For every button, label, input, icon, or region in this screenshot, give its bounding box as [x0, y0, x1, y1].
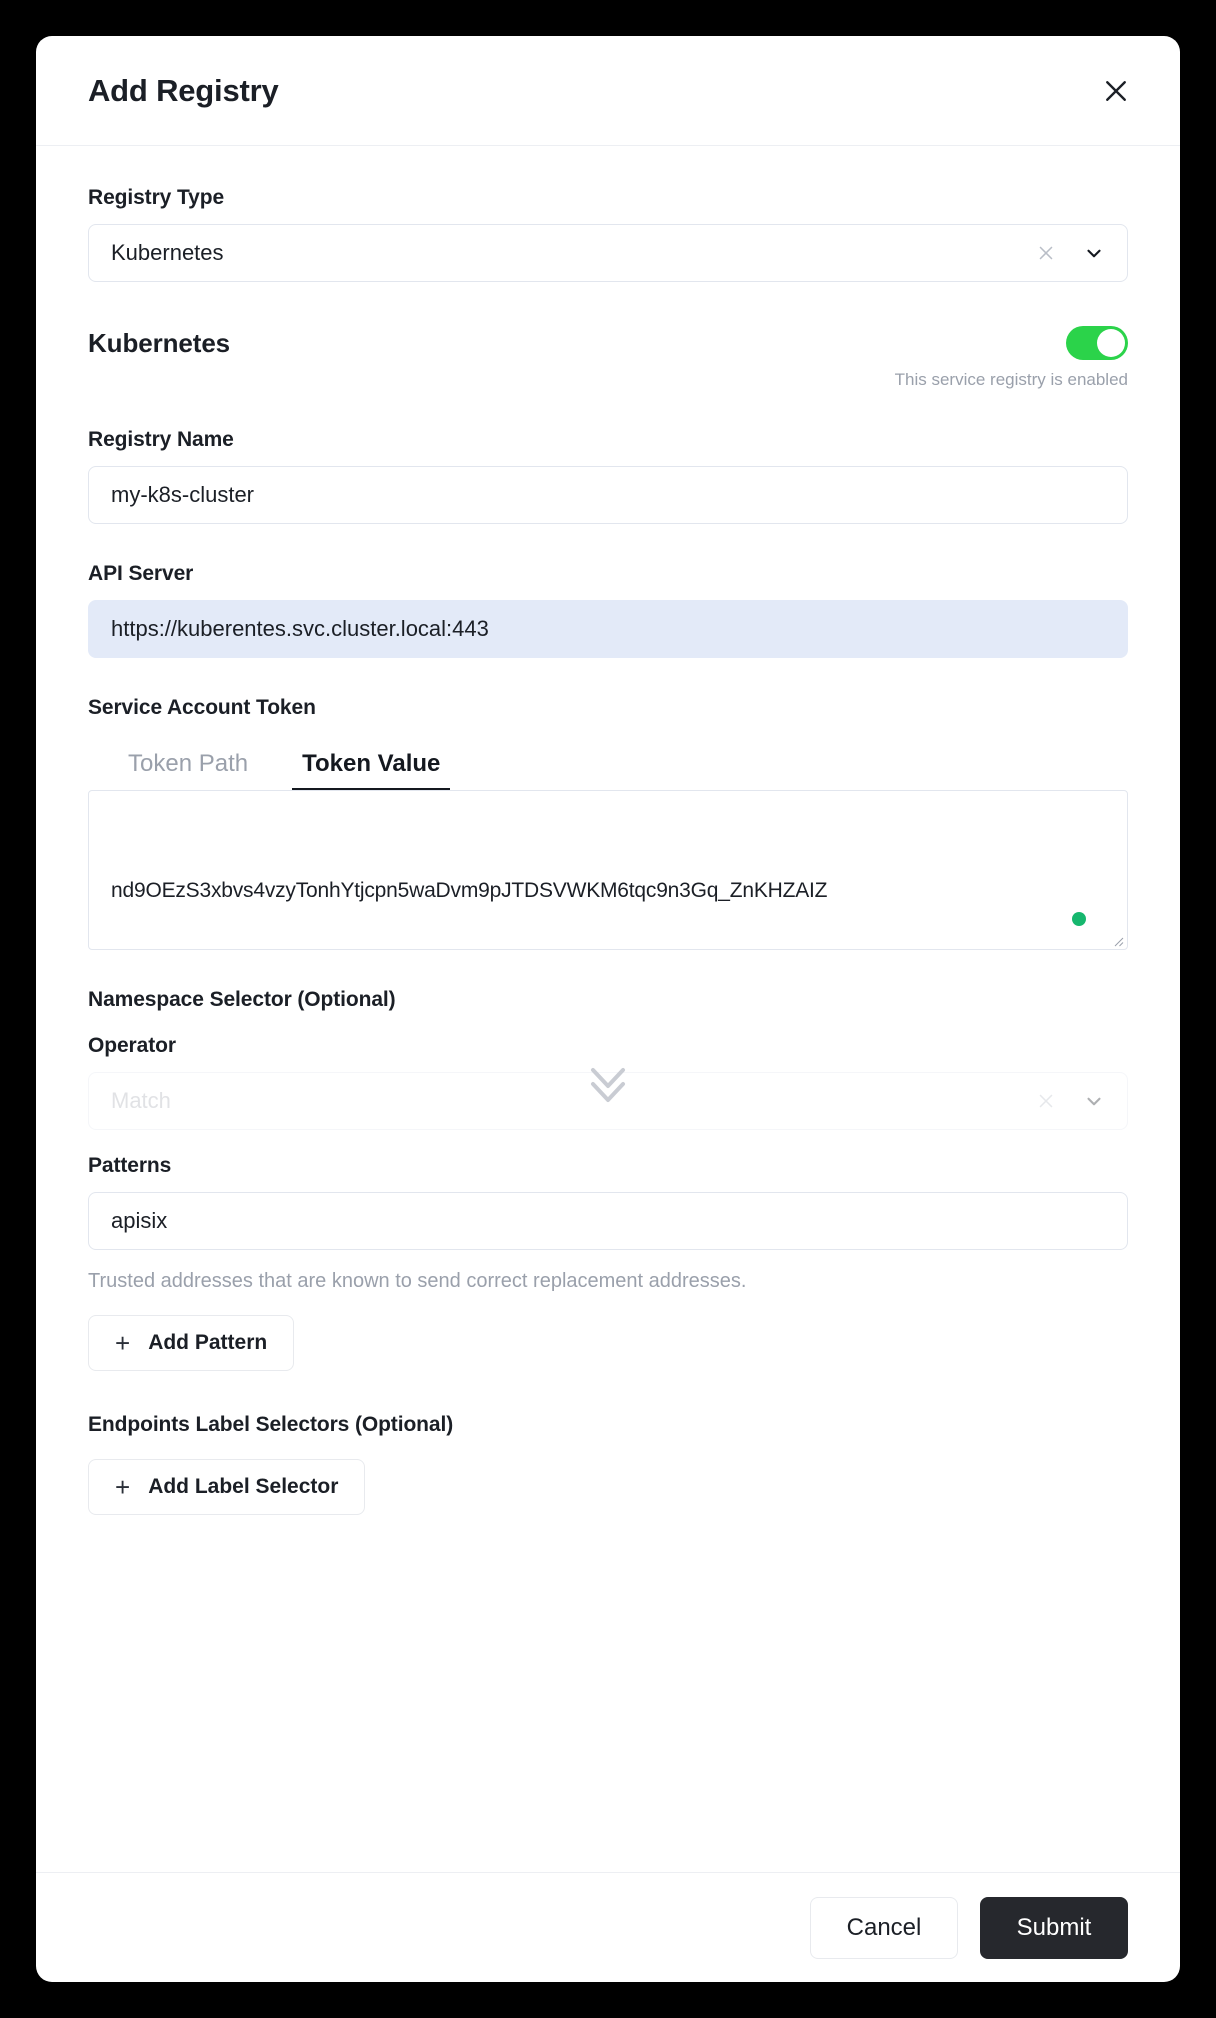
token-tabs: Token Path Token Value — [88, 742, 1128, 792]
chevron-down-icon[interactable] — [1083, 1090, 1105, 1112]
operator-select-icons — [1035, 1090, 1105, 1112]
registry-enable-label: Kubernetes — [88, 327, 231, 358]
operator-field: Operator Match — [88, 1034, 1128, 1130]
modal-backdrop: Add Registry Registry Type Kubernetes Ku… — [0, 0, 1216, 2018]
page-title: Add Registry — [88, 72, 279, 108]
registry-type-select[interactable]: Kubernetes — [88, 224, 1128, 282]
clear-icon[interactable] — [1035, 1090, 1057, 1112]
tab-token-value[interactable]: Token Value — [280, 742, 462, 792]
add-registry-modal: Add Registry Registry Type Kubernetes Ku… — [36, 36, 1180, 1982]
token-value-textarea[interactable]: nd9OEzS3xbvs4vzyTonhYtjcpn5waDvm9pJTDSVW… — [88, 790, 1128, 950]
add-label-selector-button[interactable]: + Add Label Selector — [88, 1459, 366, 1515]
add-pattern-button[interactable]: + Add Pattern — [88, 1315, 295, 1371]
textarea-resize-handle[interactable] — [1110, 933, 1124, 947]
registry-name-field: Registry Name — [88, 428, 1128, 524]
operator-select[interactable]: Match — [88, 1072, 1128, 1130]
patterns-field: Patterns Trusted addresses that are know… — [88, 1154, 1128, 1371]
registry-type-value: Kubernetes — [111, 240, 224, 265]
endpoints-label-selectors-label: Endpoints Label Selectors (Optional) — [88, 1413, 454, 1436]
api-server-input[interactable] — [88, 600, 1128, 658]
registry-name-input[interactable] — [88, 466, 1128, 524]
clear-icon[interactable] — [1035, 242, 1057, 264]
registry-enable-block: Kubernetes This service registry is enab… — [88, 326, 1128, 390]
plus-icon: + — [115, 1328, 131, 1358]
operator-placeholder: Match — [111, 1088, 171, 1113]
plus-icon: + — [115, 1472, 131, 1502]
token-value-wrap: nd9OEzS3xbvs4vzyTonhYtjcpn5waDvm9pJTDSVW… — [88, 790, 1128, 950]
token-line: nd9OEzS3xbvs4vzyTonhYtjcpn5waDvm9pJTDSVW… — [111, 879, 828, 902]
tab-token-path[interactable]: Token Path — [106, 742, 270, 792]
toggle-knob — [1097, 329, 1125, 357]
modal-footer: Cancel Submit — [36, 1872, 1180, 1982]
registry-type-field: Registry Type Kubernetes — [88, 186, 1128, 282]
namespace-selector-section: Namespace Selector (Optional) Operator M… — [88, 988, 1128, 1371]
endpoints-label-selectors-section: Endpoints Label Selectors (Optional) + A… — [88, 1413, 1128, 1515]
close-button[interactable] — [1094, 69, 1138, 113]
token-status-dot — [1072, 912, 1086, 926]
api-server-field: API Server — [88, 562, 1128, 658]
submit-button[interactable]: Submit — [980, 1896, 1128, 1959]
patterns-input[interactable] — [88, 1192, 1128, 1250]
modal-body: Registry Type Kubernetes Kubernetes This… — [36, 146, 1180, 1872]
registry-type-select-icons — [1035, 242, 1105, 264]
registry-enable-row: Kubernetes — [88, 326, 1128, 360]
cancel-button[interactable]: Cancel — [810, 1896, 958, 1959]
add-pattern-label: Add Pattern — [148, 1331, 268, 1354]
registry-enable-hint: This service registry is enabled — [894, 370, 1128, 389]
registry-enable-toggle[interactable] — [1066, 326, 1128, 360]
api-server-label: API Server — [88, 562, 194, 585]
registry-type-label: Registry Type — [88, 186, 225, 209]
patterns-label: Patterns — [88, 1154, 172, 1177]
modal-header: Add Registry — [36, 36, 1180, 146]
registry-name-label: Registry Name — [88, 428, 234, 451]
chevron-down-icon[interactable] — [1083, 242, 1105, 264]
patterns-helper-text: Trusted addresses that are known to send… — [88, 1270, 747, 1292]
namespace-selector-label: Namespace Selector (Optional) — [88, 988, 396, 1011]
service-account-token-label: Service Account Token — [88, 696, 316, 719]
add-label-selector-label: Add Label Selector — [148, 1475, 339, 1498]
operator-label: Operator — [88, 1034, 176, 1057]
close-icon — [1101, 76, 1131, 106]
service-account-token-field: Service Account Token Token Path Token V… — [88, 696, 1128, 950]
